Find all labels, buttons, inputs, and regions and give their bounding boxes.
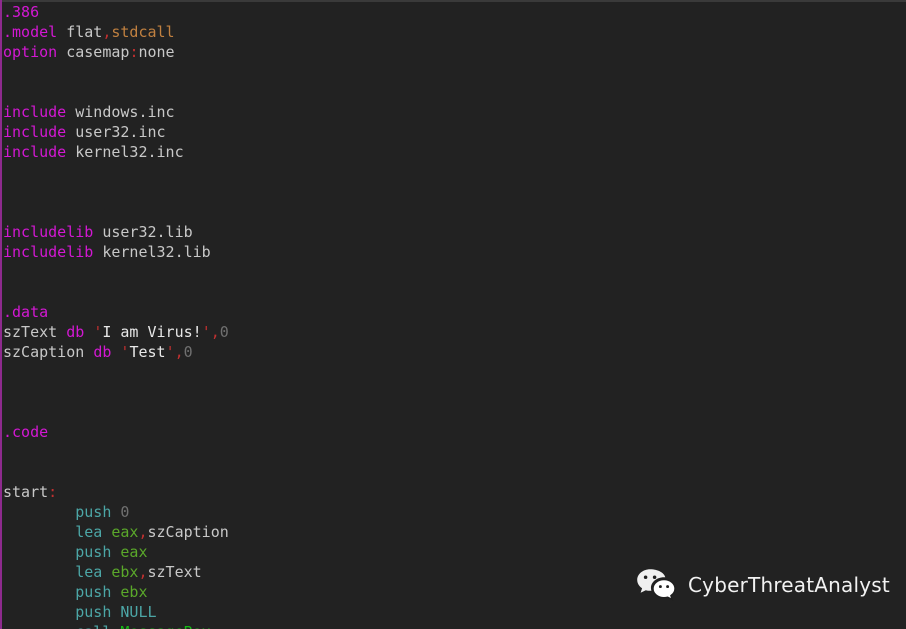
code-token: kernel32.lib <box>93 243 211 261</box>
code-token: none <box>138 43 175 61</box>
code-token: .data <box>3 303 49 321</box>
code-token: .386 <box>3 3 40 21</box>
code-token: include <box>3 103 67 121</box>
code-token: stdcall <box>111 23 175 41</box>
code-line: start: <box>3 482 903 502</box>
code-line: includelib user32.lib <box>3 222 903 242</box>
code-line: .386 <box>3 2 903 22</box>
code-token: eax <box>111 523 139 541</box>
code-token: szText <box>3 323 67 341</box>
code-line: include user32.inc <box>3 122 903 142</box>
code-token: casemap <box>57 43 130 61</box>
code-line: .model flat,stdcall <box>3 22 903 42</box>
code-token: include <box>3 143 67 161</box>
code-line: push NULL <box>3 602 903 622</box>
code-token: 0 <box>183 343 193 361</box>
code-token: push <box>75 543 112 561</box>
code-token: : <box>48 483 58 501</box>
code-token: , <box>138 563 148 581</box>
code-line: include kernel32.inc <box>3 142 903 162</box>
code-line: push 0 <box>3 502 903 522</box>
code-line: szCaption db 'Test',0 <box>3 342 903 362</box>
code-line: call MessageBox <box>3 622 903 629</box>
code-editor-screenshot: .386 .model flat,stdcall option casemap:no… <box>0 0 906 629</box>
wechat-icon <box>636 568 676 601</box>
code-token: .model <box>3 23 58 41</box>
code-token: MessageBox <box>120 623 210 629</box>
code-token: ' <box>93 323 103 341</box>
code-token: ebx <box>111 563 139 581</box>
code-token: , <box>174 343 184 361</box>
code-token: windows.inc <box>66 103 175 121</box>
code-token: call <box>75 623 111 629</box>
code-token: ' <box>165 343 175 361</box>
code-token: user32.inc <box>66 123 166 141</box>
source-code-area[interactable]: .386 .model flat,stdcall option casemap:no… <box>3 2 903 629</box>
code-token: option <box>3 43 58 61</box>
code-token: db <box>66 323 85 341</box>
code-token: szCaption <box>3 343 94 361</box>
code-token: 0 <box>219 323 229 341</box>
watermark: CyberThreatAnalyst <box>636 568 890 601</box>
code-line: .data <box>3 302 903 322</box>
code-token: db <box>93 343 112 361</box>
code-token: 0 <box>120 503 130 521</box>
code-token: , <box>138 523 148 541</box>
code-token: start <box>3 483 49 501</box>
code-token: lea <box>75 563 103 581</box>
code-line: lea eax,szCaption <box>3 522 903 542</box>
code-token: Test <box>129 343 166 361</box>
code-token: push <box>75 583 112 601</box>
code-token: includelib <box>3 243 94 261</box>
code-line: push eax <box>3 542 903 562</box>
code-token: includelib <box>3 223 94 241</box>
code-token: eax <box>120 543 148 561</box>
code-token: lea <box>75 523 103 541</box>
code-token: NULL <box>120 603 157 621</box>
left-gutter-line <box>0 0 2 629</box>
code-token: flat <box>57 23 103 41</box>
code-line: include windows.inc <box>3 102 903 122</box>
code-token: szCaption <box>147 523 229 541</box>
code-token: push <box>75 503 112 521</box>
code-token: kernel32.inc <box>66 143 184 161</box>
code-token: push <box>75 603 112 621</box>
code-line: .code <box>3 422 903 442</box>
code-line: includelib kernel32.lib <box>3 242 903 262</box>
code-token: ' <box>201 323 211 341</box>
code-token: user32.lib <box>93 223 193 241</box>
watermark-label: CyberThreatAnalyst <box>688 572 890 597</box>
code-token: include <box>3 123 67 141</box>
code-token: , <box>210 323 220 341</box>
code-line: szText db 'I am Virus!',0 <box>3 322 903 342</box>
code-token: szText <box>147 563 202 581</box>
code-line: option casemap:none <box>3 42 903 62</box>
code-token: .code <box>3 423 49 441</box>
code-token: ebx <box>120 583 148 601</box>
code-token: I am Virus! <box>102 323 202 341</box>
